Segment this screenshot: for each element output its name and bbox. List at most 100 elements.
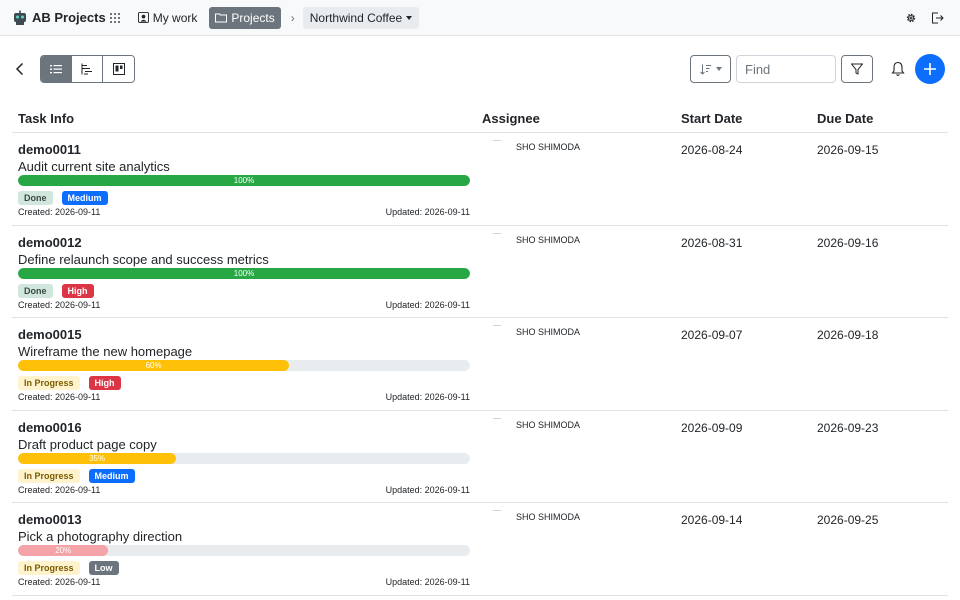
avatar <box>493 140 501 141</box>
updated-date: Updated: 2026-09-11 <box>385 392 470 402</box>
back-chevron-icon[interactable] <box>12 61 28 77</box>
progress-bar: 35% <box>18 452 470 464</box>
filter-button[interactable] <box>841 55 873 83</box>
brand[interactable]: AB Projects <box>12 10 120 26</box>
due-date: 2026-09-16 <box>817 235 879 250</box>
created-date: Created: 2026-09-11 <box>18 299 101 310</box>
task-id[interactable]: demo0011 <box>18 142 81 157</box>
start-date: 2026-09-14 <box>681 513 743 527</box>
avatar <box>493 510 501 511</box>
robot-logo-icon <box>14 10 26 25</box>
add-task-button[interactable] <box>915 54 945 84</box>
task-table-body: demo0011 Audit current site analytics 10… <box>12 133 948 596</box>
updated-date: Updated: 2026-09-11 <box>385 299 470 310</box>
project-select-dropdown[interactable]: Northwind Coffee <box>302 6 420 29</box>
due-date: 2026-09-18 <box>817 328 879 342</box>
project-select-label: Northwind Coffee <box>309 10 403 25</box>
nav-projects[interactable]: Projects <box>209 6 281 29</box>
settings-button[interactable] <box>898 5 924 31</box>
task-title[interactable]: Audit current site analytics <box>18 159 170 174</box>
due-date: 2026-09-23 <box>817 420 879 435</box>
status-badge: Done <box>18 283 53 298</box>
person-badge-icon <box>137 12 149 23</box>
created-date: Created: 2026-09-11 <box>18 392 101 402</box>
sort-dropdown-button[interactable] <box>690 55 731 83</box>
table-row[interactable]: demo0016 Draft product page copy 35% In … <box>12 411 948 503</box>
updated-date: Updated: 2026-09-11 <box>385 207 470 217</box>
assignee-name: SHO SHIMODA <box>516 327 581 337</box>
bell-icon[interactable] <box>889 60 907 78</box>
funnel-icon <box>851 63 863 75</box>
progress-fill: 100% <box>18 175 470 186</box>
task-id[interactable]: demo0013 <box>18 512 82 527</box>
top-navbar: AB Projects My work Projects › Northwind… <box>0 0 960 36</box>
updated-date: Updated: 2026-09-11 <box>385 577 470 587</box>
logout-icon <box>931 12 944 23</box>
task-title[interactable]: Pick a photography direction <box>18 529 182 544</box>
badge-group: In Progress Low <box>18 561 128 575</box>
priority-badge: High <box>88 376 121 390</box>
list-view-button[interactable] <box>41 56 72 82</box>
table-header: Task Info Assignee Start Date Due Date <box>12 103 948 133</box>
due-date: 2026-09-15 <box>817 143 879 157</box>
apps-grid-icon[interactable] <box>109 12 120 23</box>
priority-badge: High <box>61 283 94 298</box>
progress-fill: 100% <box>18 267 470 279</box>
badge-group: In Progress High <box>18 376 130 390</box>
status-badge: In Progress <box>18 468 80 483</box>
start-date: 2026-09-07 <box>681 328 743 342</box>
progress-bar: 100% <box>18 267 470 279</box>
status-badge: Done <box>18 191 53 205</box>
column-header-assignee[interactable]: Assignee <box>482 111 540 126</box>
gantt-view-button[interactable] <box>72 56 103 82</box>
progress-bar: 60% <box>18 360 470 371</box>
task-id[interactable]: demo0016 <box>18 420 82 435</box>
task-title[interactable]: Wireframe the new homepage <box>18 344 192 359</box>
column-header-due-date[interactable]: Due Date <box>817 111 873 126</box>
nav-projects-label: Projects <box>231 10 275 25</box>
assignee-name: SHO SHIMODA <box>516 142 581 152</box>
board-view-button[interactable] <box>103 56 134 82</box>
board-icon <box>112 63 125 75</box>
task-title[interactable]: Define relaunch scope and success metric… <box>18 252 269 267</box>
priority-badge: Medium <box>88 468 135 483</box>
caret-down-icon <box>715 67 722 71</box>
table-row[interactable]: demo0012 Define relaunch scope and succe… <box>12 226 948 318</box>
avatar <box>493 417 501 419</box>
priority-badge: Low <box>88 561 119 575</box>
assignee-name: SHO SHIMODA <box>516 419 581 430</box>
avatar <box>493 325 501 326</box>
column-header-start-date[interactable]: Start Date <box>681 111 742 126</box>
start-date: 2026-08-24 <box>681 143 743 157</box>
sort-icon <box>699 64 711 75</box>
start-date: 2026-09-09 <box>681 420 743 435</box>
progress-fill: 35% <box>18 452 177 464</box>
breadcrumb-separator-icon: › <box>290 10 295 25</box>
avatar <box>493 232 501 234</box>
brand-name: AB Projects <box>32 10 106 25</box>
start-date: 2026-08-31 <box>681 235 743 250</box>
search-input[interactable] <box>736 55 836 83</box>
nav-my-work-label: My work <box>152 10 198 25</box>
task-id[interactable]: demo0012 <box>18 235 82 250</box>
badge-group: Done Medium <box>18 191 117 205</box>
list-icon <box>50 65 62 74</box>
nav-my-work[interactable]: My work <box>132 7 204 29</box>
gantt-icon <box>81 63 92 75</box>
due-date: 2026-09-25 <box>817 513 879 527</box>
created-date: Created: 2026-09-11 <box>18 207 101 217</box>
table-row[interactable]: demo0011 Audit current site analytics 10… <box>12 133 948 226</box>
status-badge: In Progress <box>18 561 80 575</box>
gear-icon <box>906 13 916 22</box>
badge-group: In Progress Medium <box>18 468 144 483</box>
updated-date: Updated: 2026-09-11 <box>385 484 470 495</box>
toolbar <box>0 54 960 84</box>
task-id[interactable]: demo0015 <box>18 327 82 342</box>
logout-button[interactable] <box>924 5 950 31</box>
table-row[interactable]: demo0013 Pick a photography direction 20… <box>12 503 948 596</box>
task-title[interactable]: Draft product page copy <box>18 437 157 452</box>
assignee-name: SHO SHIMODA <box>516 512 581 522</box>
table-row[interactable]: demo0015 Wireframe the new homepage 60% … <box>12 318 948 411</box>
column-header-task-info[interactable]: Task Info <box>18 111 74 126</box>
progress-bar: 20% <box>18 545 470 556</box>
